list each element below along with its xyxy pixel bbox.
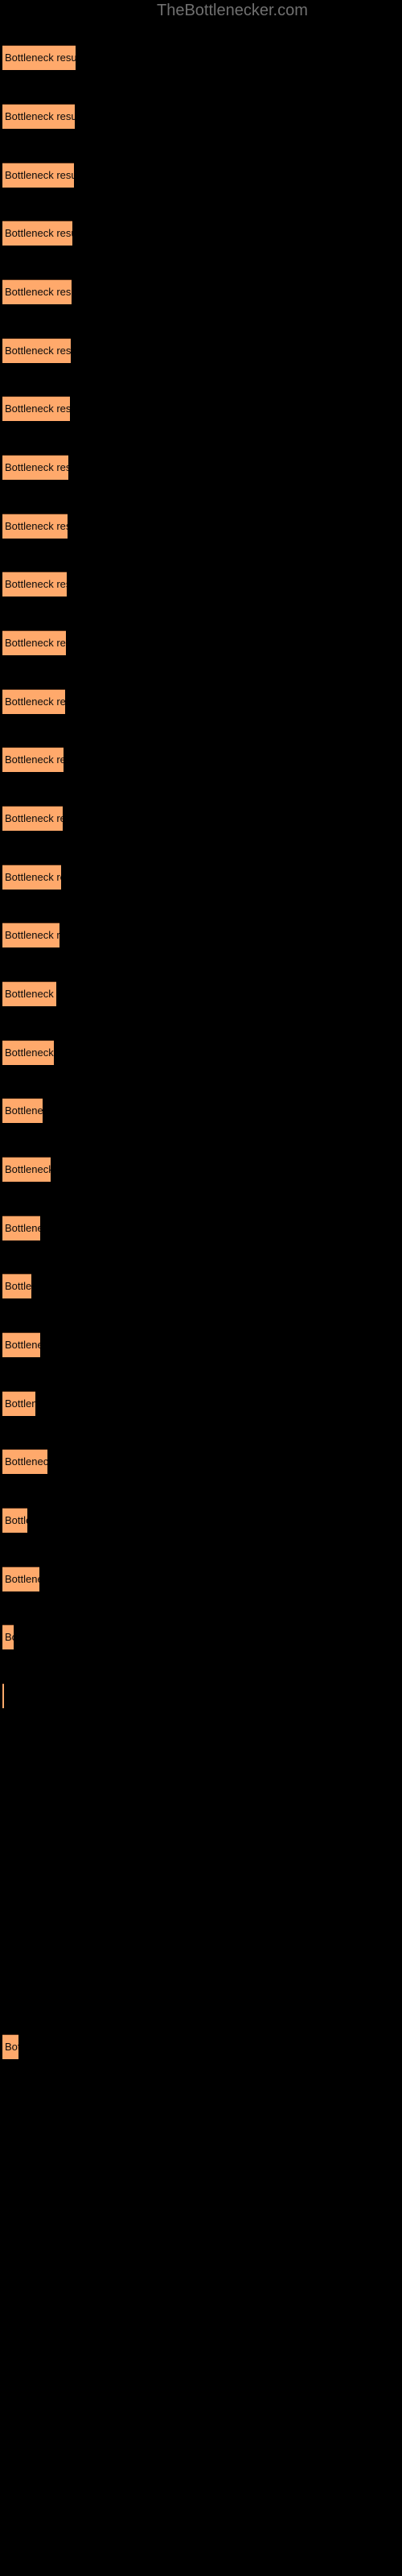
bar-label: Bottleneck result [5, 286, 72, 298]
bottleneck-chart: TheBottlenecker.com Bottleneck result Bot… [0, 0, 402, 2576]
bar-series: Bottleneck result Bottleneck result Bottle… [0, 0, 402, 2576]
bar-label: Bottleneck result [5, 345, 71, 357]
bar[interactable]: Bottleneck result [2, 1216, 40, 1241]
bar-label: Bottleneck result [5, 1631, 14, 1643]
bar[interactable]: Bottleneck result [2, 221, 72, 246]
bar-label: Bottleneck result [5, 1397, 35, 1410]
bar[interactable]: Bottleneck result [2, 104, 75, 129]
bar-label: Bottleneck result [5, 110, 75, 122]
bar-label: Bottleneck result [5, 169, 74, 181]
bar-label: Bottleneck result [5, 753, 64, 766]
bar[interactable]: Bottleneck result [2, 514, 68, 539]
bar[interactable]: Bottleneck result [2, 1449, 47, 1474]
bar-label: Bottleneck result [5, 1339, 40, 1351]
bar[interactable]: Bottleneck result [2, 1683, 4, 1708]
bar[interactable]: Bottleneck result [2, 572, 67, 597]
bar[interactable]: Bottleneck result [2, 865, 61, 890]
bar-label: Bottleneck result [5, 1280, 31, 1292]
bar-label: Bottleneck result [5, 637, 66, 649]
bar[interactable]: Bottleneck result [2, 747, 64, 772]
bar-label: Bottleneck result [5, 1104, 43, 1117]
bar-label: Bottleneck result [5, 2041, 18, 2053]
bar[interactable]: Bottleneck result [2, 338, 71, 363]
bar[interactable]: Bottleneck result [2, 1332, 40, 1357]
bar-label: Bottleneck result [5, 227, 72, 239]
bar-label: Bottleneck result [5, 402, 70, 415]
bar[interactable]: Bottleneck result [2, 2034, 18, 2059]
bar-label: Bottleneck result [5, 1514, 27, 1526]
bar-label: Bottleneck result [5, 871, 61, 883]
bar[interactable]: Bottleneck result [2, 1508, 27, 1533]
bar-label: Bottleneck result [5, 1163, 51, 1175]
bar-label: Bottleneck result [5, 1222, 40, 1234]
bar[interactable]: Bottleneck result [2, 981, 56, 1006]
bar-label: Bottleneck result [5, 520, 68, 532]
bar-label: Bottleneck result [5, 578, 67, 590]
bar[interactable]: Bottleneck result [2, 1098, 43, 1123]
bar[interactable]: Bottleneck result [2, 806, 63, 831]
bar[interactable]: Bottleneck result [2, 1624, 14, 1649]
bar[interactable]: Bottleneck result [2, 923, 59, 947]
bar[interactable]: Bottleneck result [2, 279, 72, 304]
bar-label: Bottleneck result [5, 461, 68, 473]
bar-label: Bottleneck result [5, 929, 59, 941]
bar-label: Bottleneck result [5, 1573, 39, 1585]
bar[interactable]: Bottleneck result [2, 455, 68, 480]
bar-label: Bottleneck result [5, 1046, 54, 1059]
bar[interactable]: Bottleneck result [2, 689, 65, 714]
bar[interactable]: Bottleneck result [2, 1274, 31, 1298]
bar-label: Bottleneck result [5, 52, 76, 64]
bar[interactable]: Bottleneck result [2, 1567, 39, 1591]
bar-label: Bottleneck result [5, 696, 65, 708]
bar[interactable]: Bottleneck result [2, 630, 66, 655]
bar[interactable]: Bottleneck result [2, 163, 74, 188]
bar[interactable]: Bottleneck result [2, 1040, 54, 1065]
bar-label: Bottleneck result [5, 812, 63, 824]
bar[interactable]: Bottleneck result [2, 1391, 35, 1416]
bar[interactable]: Bottleneck result [2, 396, 70, 421]
bar[interactable]: Bottleneck result [2, 1157, 51, 1182]
bar-label: Bottleneck result [5, 988, 56, 1000]
bar[interactable]: Bottleneck result [2, 45, 76, 70]
bar-label: Bottleneck result [5, 1455, 47, 1468]
